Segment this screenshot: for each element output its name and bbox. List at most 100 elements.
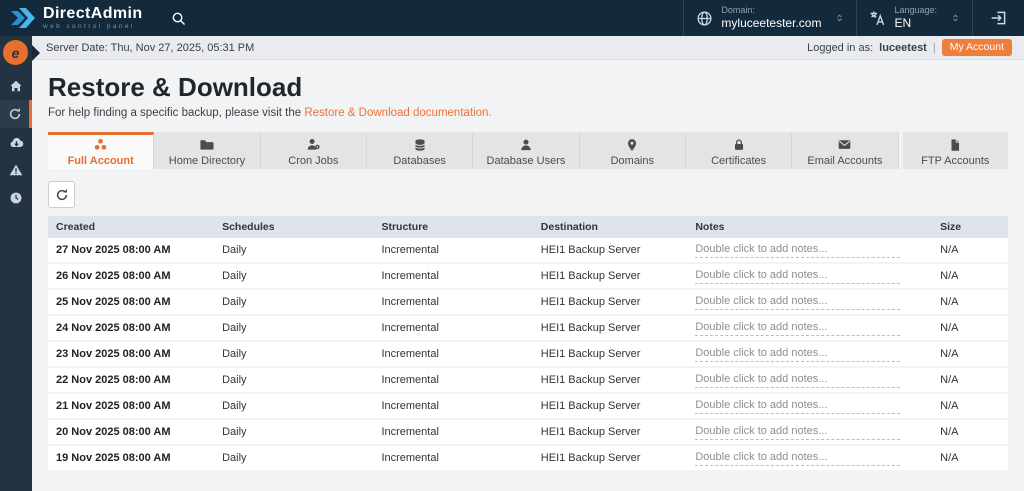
domain-selector[interactable]: Domain: myluceetester.com bbox=[683, 0, 856, 36]
translate-icon bbox=[869, 10, 886, 27]
directadmin-arrows-icon bbox=[10, 7, 36, 29]
notes-editable[interactable]: Double click to add notes... bbox=[695, 295, 901, 310]
search-icon[interactable] bbox=[171, 11, 186, 26]
refresh-button[interactable] bbox=[48, 181, 75, 208]
structure-cell: Incremental bbox=[381, 296, 439, 308]
sidebar-item-history[interactable] bbox=[0, 184, 32, 212]
sidebar-item-home[interactable] bbox=[0, 72, 32, 100]
tab-ftp-accounts[interactable]: FTP Accounts bbox=[902, 132, 1008, 169]
created-cell: 23 Nov 2025 08:00 AM bbox=[56, 348, 171, 360]
destination-cell: HEI1 Backup Server bbox=[540, 270, 641, 282]
table-row[interactable]: 20 Nov 2025 08:00 AM Daily Incremental HEI1… bbox=[48, 420, 1008, 446]
notes-cell: Double click to add notes... bbox=[687, 243, 932, 258]
table-row[interactable]: 26 Nov 2025 08:00 AM Daily Incremental HEI1… bbox=[48, 264, 1008, 290]
schedule-cell: Daily bbox=[222, 400, 247, 412]
sidebar-item-restore[interactable] bbox=[0, 100, 32, 128]
tab-label: Database Users bbox=[486, 154, 566, 167]
logout-button[interactable] bbox=[972, 0, 1024, 36]
notes-editable[interactable]: Double click to add notes... bbox=[695, 373, 901, 388]
notes-editable[interactable]: Double click to add notes... bbox=[695, 425, 901, 440]
notes-cell: Double click to add notes... bbox=[687, 451, 932, 466]
documentation-link[interactable]: Restore & Download documentation. bbox=[304, 107, 491, 119]
destination-cell: HEI1 Backup Server bbox=[540, 452, 641, 464]
backups-table: Created Schedules Structure Destination Note… bbox=[48, 216, 1008, 472]
notes-cell: Double click to add notes... bbox=[687, 321, 932, 336]
tab-databases[interactable]: Databases bbox=[366, 132, 474, 169]
tab-certificates[interactable]: Certificates bbox=[685, 132, 793, 169]
tab-database-users[interactable]: Database Users bbox=[473, 132, 580, 169]
file-icon bbox=[948, 138, 962, 152]
table-row[interactable]: 24 Nov 2025 08:00 AM Daily Incremental HEI1… bbox=[48, 316, 1008, 342]
column-header-destination[interactable]: Destination bbox=[533, 221, 688, 233]
table-row[interactable]: 22 Nov 2025 08:00 AM Daily Incremental HEI1… bbox=[48, 368, 1008, 394]
refresh-icon bbox=[55, 188, 69, 202]
notes-editable[interactable]: Double click to add notes... bbox=[695, 243, 901, 258]
lucee-avatar[interactable]: e bbox=[3, 40, 28, 65]
envelope-icon bbox=[837, 138, 852, 152]
notes-cell: Double click to add notes... bbox=[687, 347, 932, 362]
created-cell: 26 Nov 2025 08:00 AM bbox=[56, 270, 171, 282]
column-header-created[interactable]: Created bbox=[48, 221, 214, 233]
notes-editable[interactable]: Double click to add notes... bbox=[695, 399, 901, 414]
domain-label: Domain: bbox=[721, 5, 755, 16]
tab-domains[interactable]: Domains bbox=[579, 132, 686, 169]
cloud-download-icon bbox=[9, 135, 24, 150]
created-cell: 22 Nov 2025 08:00 AM bbox=[56, 374, 171, 386]
size-cell: N/A bbox=[940, 322, 959, 334]
tab-full-account[interactable]: Full Account bbox=[48, 132, 155, 169]
tab-email-accounts[interactable]: Email Accounts bbox=[792, 132, 899, 169]
toolbar bbox=[48, 181, 1008, 208]
table-row[interactable]: 21 Nov 2025 08:00 AM Daily Incremental HEI1… bbox=[48, 394, 1008, 420]
server-date: Server Date: Thu, Nov 27, 2025, 05:31 PM bbox=[46, 41, 255, 54]
structure-cell: Incremental bbox=[381, 400, 439, 412]
sidebar-item-alerts[interactable] bbox=[0, 156, 32, 184]
created-cell: 25 Nov 2025 08:00 AM bbox=[56, 296, 171, 308]
table-row[interactable]: 19 Nov 2025 08:00 AM Daily Incremental HEI1… bbox=[48, 446, 1008, 472]
tab-label: Domains bbox=[610, 154, 654, 167]
help-text: For help finding a specific backup, plea… bbox=[48, 107, 492, 119]
structure-cell: Incremental bbox=[381, 244, 439, 256]
directadmin-logo[interactable]: DirectAdmin web control panel bbox=[0, 5, 143, 31]
sidebar-item-backups[interactable] bbox=[0, 128, 32, 156]
sync-icon bbox=[8, 107, 22, 121]
status-bar: Server Date: Thu, Nov 27, 2025, 05:31 PM… bbox=[0, 36, 1024, 60]
destination-cell: HEI1 Backup Server bbox=[540, 244, 641, 256]
notes-editable[interactable]: Double click to add notes... bbox=[695, 321, 901, 336]
language-selector[interactable]: Language: EN bbox=[856, 0, 972, 36]
home-icon bbox=[9, 79, 23, 93]
size-cell: N/A bbox=[940, 374, 959, 386]
folder-icon bbox=[199, 138, 215, 152]
language-value: EN bbox=[894, 15, 912, 30]
column-header-schedules[interactable]: Schedules bbox=[214, 221, 373, 233]
my-account-button[interactable]: My Account bbox=[941, 39, 1012, 56]
lock-icon bbox=[732, 138, 746, 152]
structure-cell: Incremental bbox=[381, 322, 439, 334]
structure-cell: Incremental bbox=[381, 452, 439, 464]
chevron-updown-icon bbox=[951, 11, 960, 25]
sidebar: e bbox=[0, 36, 40, 491]
size-cell: N/A bbox=[940, 348, 959, 360]
notes-editable[interactable]: Double click to add notes... bbox=[695, 269, 901, 284]
column-header-size[interactable]: Size bbox=[932, 221, 1008, 233]
table-row[interactable]: 27 Nov 2025 08:00 AM Daily Incremental HEI1… bbox=[48, 238, 1008, 264]
tab-cron-jobs[interactable]: Cron Jobs bbox=[260, 132, 367, 169]
table-row[interactable]: 23 Nov 2025 08:00 AM Daily Incremental HEI1… bbox=[48, 342, 1008, 368]
sidebar-pointer bbox=[32, 45, 40, 61]
column-header-structure[interactable]: Structure bbox=[373, 221, 532, 233]
tab-label: FTP Accounts bbox=[921, 154, 990, 167]
map-pin-icon bbox=[625, 138, 639, 152]
notes-editable[interactable]: Double click to add notes... bbox=[695, 347, 901, 362]
structure-cell: Incremental bbox=[381, 348, 439, 360]
tab-home-directory[interactable]: Home Directory bbox=[154, 132, 261, 169]
chevron-updown-icon bbox=[835, 11, 844, 25]
schedule-cell: Daily bbox=[222, 322, 247, 334]
notes-cell: Double click to add notes... bbox=[687, 269, 932, 284]
cluster-icon bbox=[93, 138, 108, 152]
notes-cell: Double click to add notes... bbox=[687, 295, 932, 310]
user-gear-icon bbox=[306, 138, 321, 152]
size-cell: N/A bbox=[940, 400, 959, 412]
tab-label: Cron Jobs bbox=[288, 154, 339, 167]
notes-editable[interactable]: Double click to add notes... bbox=[695, 451, 901, 466]
column-header-notes[interactable]: Notes bbox=[687, 221, 932, 233]
table-row[interactable]: 25 Nov 2025 08:00 AM Daily Incremental HEI1… bbox=[48, 290, 1008, 316]
